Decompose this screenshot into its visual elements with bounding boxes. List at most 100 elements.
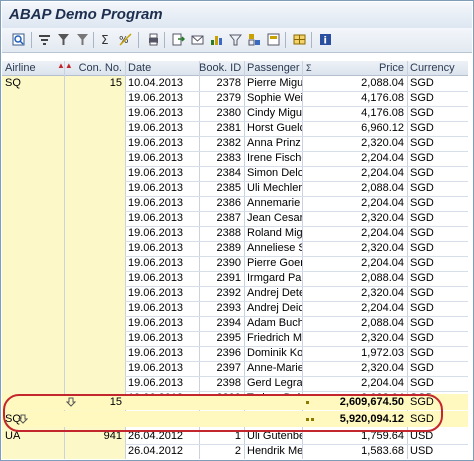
cell-date[interactable]: 19.06.2013 xyxy=(125,120,199,136)
cell-currency[interactable]: SGD xyxy=(407,360,468,376)
cell-date[interactable]: 26.04.2012 xyxy=(125,443,199,459)
cell-date[interactable]: 19.06.2013 xyxy=(125,270,199,286)
mail-icon[interactable] xyxy=(189,31,206,48)
cell-book-id[interactable]: 2383 xyxy=(199,150,244,166)
cell-currency[interactable]: SGD xyxy=(407,180,468,196)
cell-price[interactable]: 2,204.04 xyxy=(317,195,407,211)
col-header-price[interactable]: Price xyxy=(317,62,407,75)
cell-currency[interactable]: SGD xyxy=(407,375,468,391)
cell-price[interactable]: 2,320.04 xyxy=(317,285,407,301)
filter-icon[interactable] xyxy=(55,31,72,48)
cell-book-id[interactable]: 2392 xyxy=(199,285,244,301)
cell-book-id[interactable]: 2378 xyxy=(199,75,244,91)
cell-book-id[interactable]: 2389 xyxy=(199,240,244,256)
cell-price[interactable]: 2,204.04 xyxy=(317,300,407,316)
cell-price[interactable]: 2,320.04 xyxy=(317,330,407,346)
cell-price[interactable]: 2,088.04 xyxy=(317,75,407,91)
details-icon[interactable] xyxy=(10,31,27,48)
cell-book-id[interactable]: 2388 xyxy=(199,225,244,241)
cell-currency[interactable]: SGD xyxy=(407,135,468,151)
cell-currency[interactable]: SGD xyxy=(407,150,468,166)
cell-book-id[interactable]: 2380 xyxy=(199,105,244,121)
sort-ascending-icon[interactable] xyxy=(36,31,53,48)
cell-passenger[interactable]: Pierre Miguel xyxy=(244,75,302,91)
cell-currency[interactable]: SGD xyxy=(407,195,468,211)
cell-date[interactable]: 19.06.2013 xyxy=(125,225,199,241)
cell-price[interactable]: 2,320.04 xyxy=(317,240,407,256)
cell-price[interactable]: 2,088.04 xyxy=(317,180,407,196)
cell-passenger[interactable]: Gerd Legranc xyxy=(244,375,302,391)
grid-icon[interactable] xyxy=(291,31,308,48)
cell-date[interactable]: 19.06.2013 xyxy=(125,360,199,376)
cell-date[interactable]: 19.06.2013 xyxy=(125,180,199,196)
cell-book-id[interactable]: 2394 xyxy=(199,315,244,331)
cell-passenger[interactable]: Simon Delon xyxy=(244,165,302,181)
abc-icon[interactable] xyxy=(227,31,244,48)
cell-date[interactable]: 19.06.2013 xyxy=(125,210,199,226)
cell-price[interactable]: 6,960.12 xyxy=(317,120,407,136)
cell-passenger[interactable]: Horst Guelde xyxy=(244,120,302,136)
cell-price[interactable]: 2,088.04 xyxy=(317,270,407,286)
cell-book-id[interactable]: 2395 xyxy=(199,330,244,346)
cell-book-id[interactable]: 2396 xyxy=(199,345,244,361)
cell-date[interactable]: 10.04.2013 xyxy=(125,75,199,91)
cell-passenger[interactable]: Anna Prinz xyxy=(244,135,302,151)
cell-passenger[interactable]: Sophie Weiss xyxy=(244,90,302,106)
cell-currency[interactable]: SGD xyxy=(407,240,468,256)
col-header-book-id[interactable]: Book. ID xyxy=(199,62,244,75)
cell-currency[interactable]: SGD xyxy=(407,315,468,331)
cell-date[interactable]: 19.06.2013 xyxy=(125,165,199,181)
cell-date[interactable]: 19.06.2013 xyxy=(125,285,199,301)
cell-price[interactable]: 2,204.04 xyxy=(317,255,407,271)
cell-passenger[interactable]: Uli Mechler xyxy=(244,180,302,196)
cell-price[interactable]: 2,320.04 xyxy=(317,135,407,151)
col-header-currency[interactable]: Currency xyxy=(407,62,468,75)
info-icon[interactable]: i xyxy=(317,31,334,48)
col-header-con-no[interactable]: Con. No. xyxy=(65,62,125,75)
cell-currency[interactable]: SGD xyxy=(407,285,468,301)
cell-book-id[interactable]: 2386 xyxy=(199,195,244,211)
cell-price[interactable]: 1,972.03 xyxy=(317,345,407,361)
cell-date[interactable]: 19.06.2013 xyxy=(125,90,199,106)
cell-passenger[interactable]: Andrej Deter xyxy=(244,285,302,301)
col-header-date[interactable]: Date xyxy=(125,62,199,75)
cell-passenger[interactable]: Adam Buchh xyxy=(244,315,302,331)
cell-passenger[interactable]: Pierre Goerk xyxy=(244,255,302,271)
graphic-icon[interactable] xyxy=(208,31,225,48)
cell-price[interactable]: 4,176.08 xyxy=(317,90,407,106)
layout-select-icon[interactable] xyxy=(265,31,282,48)
cell-book-id[interactable]: 2382 xyxy=(199,135,244,151)
cell-passenger[interactable]: Andrej Deich xyxy=(244,300,302,316)
cell-book-id[interactable]: 2385 xyxy=(199,180,244,196)
layout-icon[interactable] xyxy=(246,31,263,48)
filter-delete-icon[interactable] xyxy=(74,31,91,48)
cell-book-id[interactable]: 2387 xyxy=(199,210,244,226)
cell-date[interactable]: 19.06.2013 xyxy=(125,300,199,316)
cell-date[interactable]: 19.06.2013 xyxy=(125,315,199,331)
cell-currency[interactable]: SGD xyxy=(407,75,468,91)
cell-passenger[interactable]: Friedrich Mar xyxy=(244,330,302,346)
cell-date[interactable]: 19.06.2013 xyxy=(125,255,199,271)
cell-price[interactable]: 2,320.04 xyxy=(317,210,407,226)
cell-currency[interactable]: SGD xyxy=(407,105,468,121)
cell-currency[interactable]: SGD xyxy=(407,90,468,106)
cell-price[interactable]: 4,176.08 xyxy=(317,105,407,121)
cell-passenger[interactable]: Anneliese So xyxy=(244,240,302,256)
cell-currency[interactable]: USD xyxy=(407,443,468,459)
cell-currency[interactable]: SGD xyxy=(407,120,468,136)
cell-currency[interactable]: SGD xyxy=(407,270,468,286)
cell-book-id[interactable]: 2390 xyxy=(199,255,244,271)
cell-passenger[interactable]: Irmgard Pan xyxy=(244,270,302,286)
cell-price[interactable]: 1,583.68 xyxy=(317,443,407,459)
cell-passenger[interactable]: Cindy Miguel xyxy=(244,105,302,121)
cell-book-id[interactable]: 2391 xyxy=(199,270,244,286)
cell-price[interactable]: 2,204.04 xyxy=(317,150,407,166)
cell-passenger[interactable]: Annemarie L xyxy=(244,195,302,211)
cell-passenger[interactable]: Jean Cesari xyxy=(244,210,302,226)
cell-date[interactable]: 19.06.2013 xyxy=(125,375,199,391)
cell-book-id[interactable]: 2381 xyxy=(199,120,244,136)
cell-currency[interactable]: SGD xyxy=(407,210,468,226)
cell-date[interactable]: 19.06.2013 xyxy=(125,345,199,361)
cell-currency[interactable]: SGD xyxy=(407,225,468,241)
cell-date[interactable]: 19.06.2013 xyxy=(125,330,199,346)
